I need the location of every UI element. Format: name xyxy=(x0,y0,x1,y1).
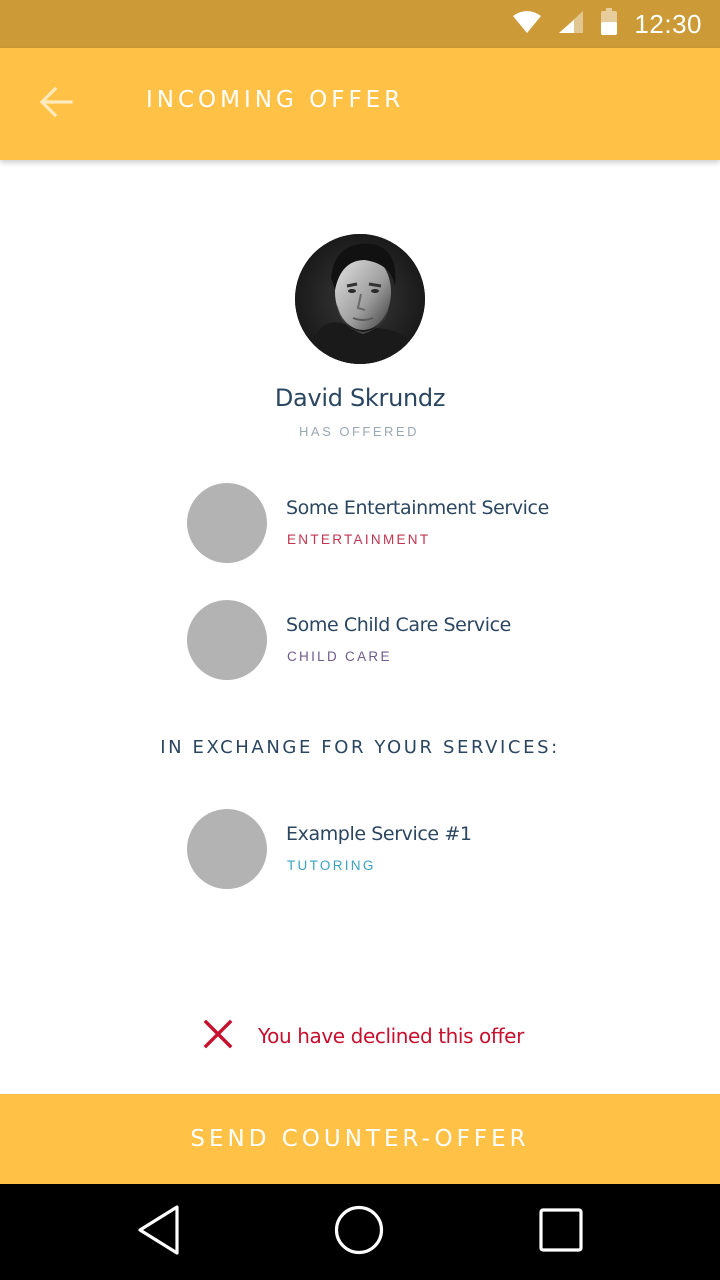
list-item-offered-service[interactable]: Some Child Care Service CHILD CARE xyxy=(187,600,637,680)
exchange-heading: IN EXCHANGE FOR YOUR SERVICES: xyxy=(160,737,560,758)
close-x-icon xyxy=(202,1018,234,1054)
nav-back-icon xyxy=(136,1204,184,1260)
battery-icon xyxy=(600,8,618,40)
status-bar: 12:30 xyxy=(0,0,720,48)
cell-signal-icon xyxy=(558,10,584,38)
service-thumbnail xyxy=(187,483,267,563)
avatar[interactable] xyxy=(295,234,425,364)
service-category: CHILD CARE xyxy=(287,649,392,664)
status-icons: 12:30 xyxy=(512,0,702,48)
back-button[interactable] xyxy=(28,78,84,130)
service-name: Some Child Care Service xyxy=(286,614,511,636)
page-title: INCOMING OFFER xyxy=(146,87,405,113)
send-counter-offer-button[interactable]: SEND COUNTER-OFFER xyxy=(0,1094,720,1184)
status-time: 12:30 xyxy=(634,8,702,39)
nav-back-button[interactable] xyxy=(132,1204,188,1260)
system-nav-bar xyxy=(0,1184,720,1280)
offerer-subtitle: HAS OFFERED xyxy=(299,424,419,439)
nav-home-icon xyxy=(333,1204,385,1260)
arrow-back-icon xyxy=(39,86,73,122)
wifi-icon xyxy=(512,10,542,38)
incoming-offer-screen: 12:30 INCOMING OFFER David Skrundz HAS O… xyxy=(0,0,720,1280)
declined-status: You have declined this offer xyxy=(202,1018,524,1054)
nav-recents-button[interactable] xyxy=(533,1204,589,1260)
service-name: Some Entertainment Service xyxy=(286,497,549,519)
nav-recents-icon xyxy=(537,1206,585,1258)
offerer-name: David Skrundz xyxy=(274,384,446,412)
service-category: ENTERTAINMENT xyxy=(287,532,431,547)
service-thumbnail xyxy=(187,809,267,889)
service-name: Example Service #1 xyxy=(286,823,472,845)
app-bar: INCOMING OFFER xyxy=(0,48,720,160)
service-thumbnail xyxy=(187,600,267,680)
list-item-your-service[interactable]: Example Service #1 TUTORING xyxy=(187,809,637,889)
declined-message: You have declined this offer xyxy=(258,1024,524,1048)
nav-home-button[interactable] xyxy=(331,1204,387,1260)
service-category: TUTORING xyxy=(287,858,376,873)
list-item-offered-service[interactable]: Some Entertainment Service ENTERTAINMENT xyxy=(187,483,637,563)
avatar-photo xyxy=(295,234,425,364)
